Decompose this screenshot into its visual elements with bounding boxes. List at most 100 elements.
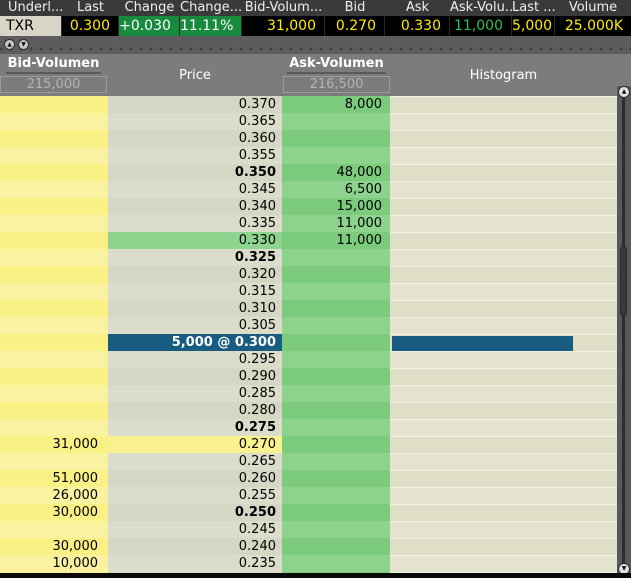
quote-column-header: Last [76,0,105,15]
ask-volume-cell[interactable] [282,504,390,521]
price-cell[interactable]: 0.240 [108,538,282,555]
ask-volume-cell[interactable] [282,300,390,317]
price-cell[interactable]: 0.350 [108,164,282,181]
price-cell[interactable]: 0.370 [108,96,282,113]
ask-volume-cell[interactable] [282,521,390,538]
ask-volume-cell[interactable] [282,334,390,351]
price-cell[interactable]: 0.285 [108,385,282,402]
price-cell[interactable]: 0.275 [108,419,282,436]
price-cell[interactable]: 0.360 [108,130,282,147]
bid-volume-cell[interactable] [0,164,108,181]
ask-volume-cell[interactable]: 8,000 [282,96,390,113]
price-cell[interactable]: 0.325 [108,249,282,266]
price-cell[interactable]: 0.255 [108,487,282,504]
bid-volume-cell[interactable]: 31,000 [0,436,108,453]
price-cell[interactable]: 0.265 [108,453,282,470]
price-cell[interactable]: 0.305 [108,317,282,334]
ask-volume-cell[interactable] [282,470,390,487]
bid-volume-cell[interactable]: 30,000 [0,504,108,521]
price-cell[interactable]: 0.235 [108,555,282,572]
ask-volume-cell[interactable]: 11,000 [282,232,390,249]
histogram-column-header: Histogram [469,67,538,83]
price-cell[interactable]: 0.345 [108,181,282,198]
ask-volume-cell[interactable] [282,436,390,453]
vertical-scrollbar[interactable]: ▲ ▼ [617,86,631,578]
ask-volume-header-label[interactable]: Ask-Volumen [287,56,386,74]
histogram-cell [390,504,631,521]
price-cell[interactable]: 0.280 [108,402,282,419]
ask-total-volume: 216,500 [283,76,390,93]
price-cell[interactable]: 0.315 [108,283,282,300]
bid-volume-cell[interactable] [0,181,108,198]
bid-volume-cell[interactable] [0,334,108,351]
bid-volume-cell[interactable] [0,300,108,317]
bid-volume-cell[interactable] [0,419,108,436]
ask-volume-cell[interactable] [282,317,390,334]
ask-volume-cell[interactable] [282,147,390,164]
bid-volume-cell[interactable] [0,351,108,368]
ask-volume-cell[interactable] [282,538,390,555]
bid-volume-header-label[interactable]: Bid-Volumen [5,56,102,74]
ask-volume-cell[interactable] [282,402,390,419]
bid-volume-cell[interactable]: 10,000 [0,555,108,572]
bid-volume-cell[interactable] [0,402,108,419]
center-up-icon[interactable]: ▲ [4,39,15,50]
price-cell[interactable]: 0.270 [108,436,282,453]
quote-value-row[interactable]: TXR 0.300 +0.030 11.11% 31,000 0.270 0.330 11,0… [0,16,631,36]
ask-volume-cell[interactable] [282,351,390,368]
price-cell[interactable]: 0.260 [108,470,282,487]
bid-volume-cell[interactable] [0,368,108,385]
ask-volume-cell[interactable] [282,266,390,283]
bid-volume-cell[interactable] [0,147,108,164]
bid-volume-cell[interactable]: 26,000 [0,487,108,504]
price-cell[interactable]: 0.365 [108,113,282,130]
price-cell[interactable]: 0.335 [108,215,282,232]
price-cell[interactable]: 0.290 [108,368,282,385]
price-cell[interactable]: 0.340 [108,198,282,215]
ask-volume-cell[interactable]: 15,000 [282,198,390,215]
ask-volume-cell[interactable]: 48,000 [282,164,390,181]
price-cell[interactable]: 0.245 [108,521,282,538]
bid-volume-cell[interactable] [0,198,108,215]
bid-volume-cell[interactable] [0,385,108,402]
scrollbar-up-icon[interactable]: ▲ [618,86,630,98]
ask-volume-cell[interactable]: 11,000 [282,215,390,232]
price-cell[interactable]: 0.250 [108,504,282,521]
ask-volume-cell[interactable] [282,385,390,402]
ask-volume-cell[interactable] [282,555,390,572]
ask-volume-cell[interactable] [282,419,390,436]
last-trade-cell[interactable]: 5,000 @ 0.300 [108,334,282,351]
center-down-icon[interactable]: ▼ [18,39,29,50]
bid-volume-cell[interactable] [0,317,108,334]
price-cell[interactable]: 0.355 [108,147,282,164]
bid-volume-cell[interactable] [0,215,108,232]
price-cell[interactable]: 0.295 [108,351,282,368]
ask-volume-cell[interactable] [282,283,390,300]
price-cell[interactable]: 0.320 [108,266,282,283]
histogram-cell [390,436,631,453]
ask-volume-cell[interactable] [282,368,390,385]
bid-volume-cell[interactable] [0,283,108,300]
price-cell[interactable]: 0.330 [108,232,282,249]
bid-volume-cell[interactable] [0,232,108,249]
bid-volume-cell[interactable] [0,521,108,538]
bid-volume-cell[interactable] [0,453,108,470]
bid-volume-cell[interactable] [0,266,108,283]
bid-volume-cell[interactable] [0,96,108,113]
bid-volume-cell[interactable] [0,130,108,147]
scrollbar-thumb[interactable] [620,246,627,316]
ask-volume-cell[interactable] [282,113,390,130]
ask-volume-cell[interactable] [282,249,390,266]
price-column-header: Price [179,67,211,83]
price-cell[interactable]: 0.310 [108,300,282,317]
ask-volume-cell[interactable] [282,487,390,504]
ask-volume-cell[interactable] [282,453,390,470]
ladder-row: 0.340 15,000 [0,198,631,215]
ask-volume-cell[interactable] [282,130,390,147]
ask-volume-cell[interactable]: 6,500 [282,181,390,198]
quote-value-cell: 5,000 [512,16,555,36]
bid-volume-cell[interactable]: 51,000 [0,470,108,487]
bid-volume-cell[interactable] [0,249,108,266]
bid-volume-cell[interactable] [0,113,108,130]
bid-volume-cell[interactable]: 30,000 [0,538,108,555]
